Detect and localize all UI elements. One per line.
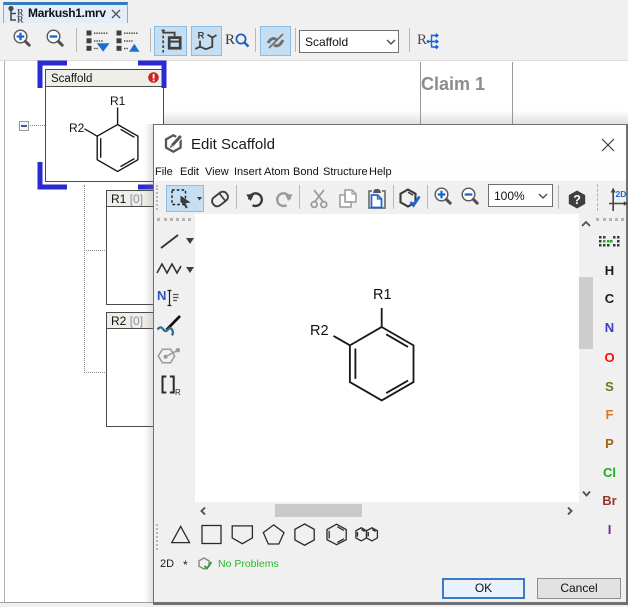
svg-text:R: R bbox=[175, 388, 181, 397]
svg-text:?: ? bbox=[573, 193, 581, 207]
svg-text:2D: 2D bbox=[616, 189, 627, 199]
svg-text:R2: R2 bbox=[69, 121, 85, 135]
svg-text:R1: R1 bbox=[110, 94, 126, 108]
svg-text:R: R bbox=[198, 31, 205, 42]
svg-text:R1: R1 bbox=[373, 287, 392, 303]
svg-text:R2: R2 bbox=[310, 323, 329, 339]
